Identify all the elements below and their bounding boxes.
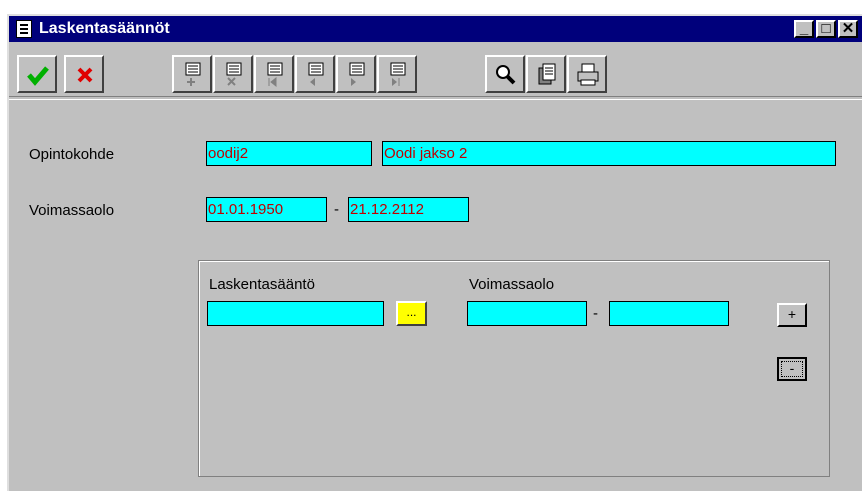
- delete-record-icon: [226, 62, 242, 86]
- rule-field[interactable]: [207, 301, 384, 326]
- previous-record-button[interactable]: [295, 55, 335, 93]
- add-row-button[interactable]: +: [777, 303, 807, 327]
- delete-record-button[interactable]: [213, 55, 253, 93]
- close-button[interactable]: ✕: [838, 20, 858, 38]
- valid-to-field[interactable]: 21.12.2112: [348, 197, 469, 222]
- date-range-dash: -: [334, 201, 339, 218]
- previous-record-icon: [308, 62, 324, 86]
- copy-button[interactable]: [526, 55, 566, 93]
- last-record-icon: [390, 62, 406, 86]
- laskentasaannot-window: Laskentasäännöt _ □ ✕ Opintokohde oodij2…: [7, 14, 862, 491]
- first-record-button[interactable]: [254, 55, 294, 93]
- copy-icon: [538, 63, 556, 85]
- opintokohde-label: Opintokohde: [29, 146, 115, 163]
- next-record-icon: [349, 62, 365, 86]
- magnifier-icon: [496, 65, 516, 85]
- print-button[interactable]: [567, 55, 607, 93]
- maximize-button[interactable]: □: [816, 20, 836, 38]
- opintokohde-name-field[interactable]: Oodi jakso 2: [382, 141, 836, 166]
- toolbar-separator: [9, 96, 862, 100]
- rule-label: Laskentasääntö: [209, 276, 315, 293]
- minimize-button[interactable]: _: [794, 20, 814, 38]
- remove-row-button[interactable]: -: [777, 357, 807, 381]
- document-icon: [16, 20, 32, 38]
- opintokohde-code-field[interactable]: oodij2: [206, 141, 372, 166]
- validity-label: Voimassaolo: [469, 276, 555, 293]
- first-record-icon: [267, 62, 283, 88]
- browse-button[interactable]: ...: [396, 301, 427, 326]
- rules-panel: Laskentasääntö ... Voimassaolo - + -: [198, 260, 830, 477]
- window-title: Laskentasäännöt: [39, 20, 170, 37]
- voimassaolo-label: Voimassaolo: [29, 202, 115, 219]
- new-record-button[interactable]: [172, 55, 212, 93]
- new-record-icon: [185, 62, 201, 86]
- next-record-button[interactable]: [336, 55, 376, 93]
- checkmark-icon: [27, 66, 49, 86]
- cancel-button[interactable]: [64, 55, 104, 93]
- title-bar[interactable]: Laskentasäännöt _ □ ✕: [9, 16, 862, 42]
- accept-button[interactable]: [17, 55, 57, 93]
- rule-valid-from-field[interactable]: [467, 301, 587, 326]
- toolbar: [9, 44, 862, 94]
- valid-from-field[interactable]: 01.01.1950: [206, 197, 327, 222]
- cross-icon: [77, 67, 93, 83]
- rule-date-dash: -: [593, 305, 598, 322]
- search-button[interactable]: [485, 55, 525, 93]
- printer-icon: [577, 63, 599, 86]
- rule-valid-to-field[interactable]: [609, 301, 729, 326]
- last-record-button[interactable]: [377, 55, 417, 93]
